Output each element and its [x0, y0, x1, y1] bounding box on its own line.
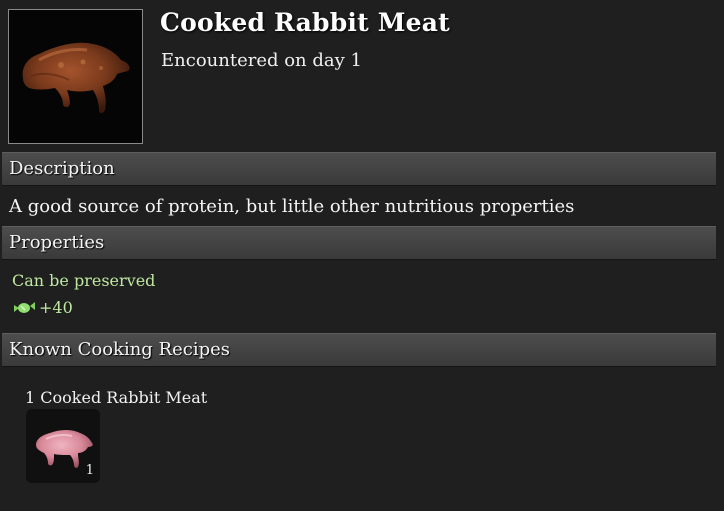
- item-info-panel: Cooked Rabbit Meat Encountered on day 1 …: [0, 0, 724, 511]
- protein-stat-value: +40: [39, 298, 73, 317]
- recipe-ingredient-count: 1: [85, 463, 94, 478]
- properties-heading: Properties: [9, 232, 105, 253]
- item-thumbnail: [8, 9, 143, 144]
- description-header: Description: [2, 152, 716, 186]
- cooked-rabbit-meat-icon: [22, 42, 130, 113]
- description-heading: Description: [9, 158, 115, 179]
- description-text: A good source of protein, but little oth…: [9, 196, 575, 217]
- recipe-ingredient-label: 1 Cooked Rabbit Meat: [25, 388, 208, 407]
- preserve-property: Can be preserved: [12, 271, 156, 290]
- protein-candy-icon: [14, 302, 35, 313]
- recipes-header: Known Cooking Recipes: [2, 333, 716, 367]
- properties-header: Properties: [2, 226, 716, 260]
- recipes-heading: Known Cooking Recipes: [9, 339, 231, 360]
- encounter-info: Encountered on day 1: [161, 50, 362, 71]
- item-title: Cooked Rabbit Meat: [160, 8, 450, 37]
- recipe-ingredient-slot[interactable]: 1: [26, 409, 100, 483]
